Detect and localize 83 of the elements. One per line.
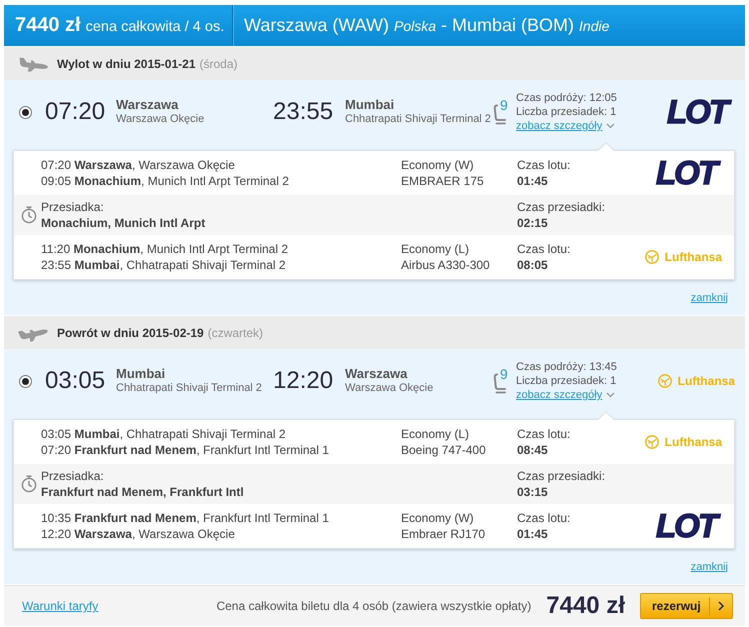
- cabin-class: Economy (L): [401, 426, 470, 442]
- crane-logo-icon: [658, 374, 672, 388]
- flight-duration: 08:45: [517, 442, 548, 458]
- price-note: cena całkowita / 4 os.: [86, 19, 224, 35]
- aircraft-type: Airbus A330-300: [401, 257, 490, 273]
- layover-airport: Frankfurt nad Menem, Frankfurt Intl: [41, 484, 244, 500]
- duration-label: Czas lotu:: [517, 241, 570, 257]
- aircraft-type: EMBRAER 175: [401, 173, 484, 189]
- departure-city: Mumbai: [116, 366, 166, 381]
- stopwatch-icon: [20, 475, 36, 493]
- arrival-info: 09:05 Monachium, Munich Intl Arpt Terminal 2: [41, 173, 289, 189]
- layover-duration: 02:15: [517, 215, 548, 231]
- flight-duration: 01:45: [517, 526, 548, 542]
- airline-logo: Lufthansa: [664, 250, 722, 264]
- arrival-info: 12:20 Warszawa, Warszawa Okęcie: [41, 526, 235, 542]
- arrival-info: 23:55 Mumbai, Chhatrapati Shivaji Terminal 2: [41, 257, 286, 273]
- origin-country: Polska: [394, 18, 436, 34]
- cabin-class: Economy (L): [401, 241, 470, 257]
- layover-duration-label: Czas przesiadki:: [517, 468, 606, 484]
- departure-info: 11:20 Monachium, Munich Intl Arpt Terminal 2: [41, 241, 288, 257]
- flight-duration: 01:45: [517, 173, 548, 189]
- arrival-airport: Warszawa Okęcie: [345, 381, 434, 396]
- travel-time: Czas podróży: 13:45: [516, 360, 617, 374]
- details-link[interactable]: zobacz szczegóły: [516, 119, 602, 133]
- duration-label: Czas lotu:: [517, 426, 570, 442]
- chevron-down-icon: [606, 123, 616, 129]
- duration-label: Czas lotu:: [517, 510, 570, 526]
- departure-info: 10:35 Frankfurt nad Menem, Frankfurt Intl Terminal 1: [41, 510, 329, 526]
- arrival-info: 07:20 Frankfurt nad Menem, Frankfurt Intl Terminal 1: [41, 442, 329, 458]
- section-weekday: (czwartek): [208, 326, 264, 340]
- cabin-class: Economy (W): [401, 157, 474, 173]
- departure-info: 07:20 Warszawa, Warszawa Okęcie: [41, 157, 235, 173]
- section-title: Powrót w dniu 2015-02-19: [57, 326, 204, 340]
- chevron-down-icon: [606, 392, 616, 398]
- departure-airport: Chhatrapati Shivaji Terminal 2: [116, 381, 262, 396]
- close-link[interactable]: zamknij: [690, 292, 728, 304]
- layover-label: Przesiadka:: [41, 199, 104, 215]
- origin-city: Warszawa (WAW): [244, 15, 389, 35]
- details-link[interactable]: zobacz szczegóły: [516, 388, 602, 402]
- flight-duration: 08:05: [517, 257, 548, 273]
- arrival-city: Warszawa: [345, 366, 408, 381]
- arrival-time: 12:20: [273, 367, 334, 395]
- destination-country: Indie: [579, 18, 610, 34]
- layover-airport: Monachium, Munich Intl Arpt: [41, 215, 206, 231]
- section-title: Wylot w dniu 2015-01-21: [57, 56, 196, 70]
- travel-time: Czas podróży: 12:05: [516, 91, 617, 105]
- section-weekday: (środa): [200, 56, 238, 70]
- crane-logo-icon: [644, 250, 659, 264]
- departure-airport: Warszawa Okęcie: [116, 112, 204, 127]
- layover-label: Przesiadka:: [41, 468, 104, 484]
- aircraft-type: Boeing 747-400: [401, 442, 486, 458]
- close-link[interactable]: zamknij: [690, 560, 728, 572]
- total-price-note: Cena całkowita biletu dla 4 osób (zawiera wszystkie opłaty): [216, 599, 532, 613]
- route-separator: -: [441, 15, 448, 35]
- departure-city: Warszawa: [116, 97, 178, 112]
- arrival-city: Mumbai: [345, 97, 394, 112]
- cabin-class: Economy (W): [401, 510, 474, 526]
- crane-logo-icon: [644, 435, 659, 449]
- total-price: 7440 zł: [15, 14, 81, 36]
- book-button[interactable]: rezerwuj: [640, 593, 733, 619]
- seats-left-count: 9: [500, 366, 508, 382]
- layover-duration-label: Czas przesiadki:: [517, 199, 606, 215]
- fare-terms-link[interactable]: Warunki taryfy: [22, 599, 98, 613]
- destination-city: Mumbai (BOM): [452, 15, 574, 35]
- airline-logo: Lufthansa: [664, 435, 722, 449]
- radio-button[interactable]: [19, 374, 32, 388]
- departure-time: 07:20: [45, 98, 106, 126]
- airline-logo: Lufthansa: [678, 374, 735, 388]
- total-price: 7440 zł: [546, 592, 625, 620]
- departure-info: 03:05 Mumbai, Chhatrapati Shivaji Terminal 2: [41, 426, 286, 442]
- chevron-right-icon: [718, 601, 724, 611]
- stopwatch-icon: [20, 206, 36, 224]
- arrival-time: 23:55: [273, 98, 334, 126]
- aircraft-type: Embraer RJ170: [401, 526, 486, 542]
- stops-count: Liczba przesiadek: 1: [516, 374, 616, 388]
- stops-count: Liczba przesiadek: 1: [516, 105, 616, 119]
- departure-time: 03:05: [45, 367, 106, 395]
- duration-label: Czas lotu:: [517, 157, 570, 173]
- airplane-icon: [17, 54, 49, 72]
- seats-left-count: 9: [500, 97, 508, 113]
- radio-button[interactable]: [19, 106, 32, 118]
- layover-duration: 03:15: [517, 484, 548, 500]
- arrival-airport: Chhatrapati Shivaji Terminal 2: [345, 112, 491, 127]
